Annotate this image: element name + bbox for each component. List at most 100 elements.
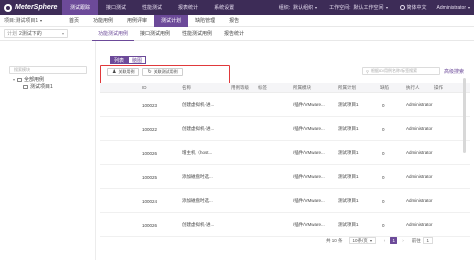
tab-functional-test-case[interactable]: 功能测试用例 [92, 27, 135, 41]
table-header: ID 名称 用例等级 标签 所属模块 所属计划 缺陷 执行人 操作 [100, 83, 470, 93]
page-number-current[interactable]: 1 [390, 237, 398, 244]
tab-mind-map-view[interactable]: 脑图 [128, 56, 147, 64]
nav-tab-perf-test[interactable]: 性能测试 [134, 0, 170, 15]
table-row[interactable]: 100022 创建虚拟机-进... /插件/VMware... 测试项目1 0 Admin… [100, 118, 470, 141]
table-row[interactable]: 100025 添加磁盘时选... /插件/VMware... 测试项目1 0 Admini… [100, 166, 470, 189]
project-select[interactable]: 项目: 测试项目1 [4, 17, 62, 24]
row-module: /插件/VMware... [293, 126, 325, 131]
caret-down-icon [13, 78, 15, 81]
tab-functional-case[interactable]: 功能用例 [86, 15, 120, 27]
plan-select[interactable]: 计划 2测试下的 [4, 29, 68, 38]
col-bug: 缺陷 [380, 84, 389, 90]
plan-select-prefix: 计划 [7, 31, 18, 37]
row-name[interactable]: 创建虚拟机-进... [182, 94, 214, 116]
row-plan: 测试项目1 [338, 150, 359, 155]
main-panel: 列表 脑图 ♟ 关联用例 ↻ 关联测试用例 ⚲ 根据ID/用例名称/标签搜索 高… [100, 41, 470, 260]
row-module: /插件/VMware... [293, 198, 325, 203]
col-tags: 标签 [258, 84, 267, 90]
row-name[interactable]: 创建虚拟机-进... [182, 118, 214, 140]
related-case-label: 关联用例 [118, 69, 135, 74]
tab-perf-test-case[interactable]: 性能测试用例 [176, 27, 218, 41]
goto-input[interactable]: 1 [422, 237, 433, 244]
table-row[interactable]: 100023 创建虚拟机-进... /插件/VMware... 测试项目1 0 Admin… [100, 94, 470, 117]
col-executor[interactable]: 执行人 [406, 83, 420, 92]
row-name[interactable]: 增主机（host... [182, 142, 212, 164]
tab-report-stats[interactable]: 报告统计 [218, 27, 250, 41]
row-plan: 测试项目1 [338, 222, 359, 227]
chevron-down-icon [468, 6, 470, 9]
related-plan-button[interactable]: ↻ 关联测试用例 [142, 68, 183, 76]
nav-tab-report[interactable]: 报表统计 [170, 0, 206, 15]
view-tabs: 列表 脑图 [110, 56, 147, 64]
language-select[interactable]: 简体中文 [399, 4, 427, 11]
row-name[interactable]: 添加磁盘时选... [182, 166, 213, 188]
col-id[interactable]: ID [142, 83, 147, 92]
link-icon: ↻ [147, 69, 152, 75]
org-value: 默认组织 [293, 5, 314, 11]
nav-tab-settings[interactable]: 系统设置 [206, 0, 242, 15]
chevron-down-icon [62, 32, 64, 35]
col-plan[interactable]: 所属计划 [338, 83, 356, 92]
tab-defect-management[interactable]: 缺陷管理 [188, 15, 222, 27]
nav-tab-test-track[interactable]: 测试跟踪 [62, 0, 99, 15]
page-size-select[interactable]: 10条/页 [348, 237, 376, 244]
org-label: 组织: [278, 5, 291, 11]
row-id: 100023 [142, 102, 158, 108]
org-select[interactable]: 默认组织 [293, 4, 318, 11]
row-executor: Administrator [406, 126, 433, 131]
language-value: 简体中文 [406, 5, 427, 11]
project-value: 测试项目1 [15, 18, 39, 24]
row-name[interactable]: 创建虚拟机-进... [182, 214, 214, 236]
col-name[interactable]: 名称 [182, 83, 191, 92]
user-menu[interactable]: Administrator [437, 5, 470, 11]
row-module: /插件/VMware... [293, 174, 325, 179]
app-name: MeterSphere [15, 4, 58, 11]
workspace-value: 默认工作空间 [353, 5, 384, 11]
nav-tab-api-test[interactable]: 接口测试 [98, 0, 134, 15]
folder-icon [17, 77, 22, 82]
tab-report[interactable]: 报告 [222, 15, 246, 27]
col-priority[interactable]: 用例等级 [231, 83, 249, 92]
prev-page-button[interactable]: ‹ [384, 238, 386, 243]
row-bug: 0 [382, 102, 385, 108]
tab-home[interactable]: 首页 [62, 15, 86, 27]
module-search-input[interactable]: 搜索模块 [9, 66, 87, 74]
pager-total: 共 10 条 [326, 237, 343, 243]
chevron-down-icon [385, 6, 388, 9]
tab-test-plan[interactable]: 测试计划 [154, 14, 189, 27]
chevron-down-icon [40, 19, 43, 22]
tree-node-label: 全部用例 [24, 77, 45, 83]
person-icon: ♟ [112, 69, 117, 75]
vertical-scrollbar[interactable] [463, 78, 466, 153]
related-case-button[interactable]: ♟ 关联用例 [107, 68, 140, 76]
table-row[interactable]: 100026 增主机（host... /插件/VMware... 测试项目1 0 Admi… [100, 142, 470, 165]
plan-nav: 计划 2测试下的 功能测试用例 接口测试用例 性能测试用例 报告统计 [0, 27, 474, 41]
col-module[interactable]: 所属模块 [293, 83, 311, 92]
row-executor: Administrator [406, 198, 433, 203]
top-right-area: 组织: 默认组织 工作空间: 默认工作空间 简体中文 Administrator [267, 0, 474, 15]
toolbar: ♟ 关联用例 ↻ 关联测试用例 [107, 68, 186, 76]
tab-case-review[interactable]: 用例评审 [120, 15, 154, 27]
next-page-button[interactable]: › [402, 238, 404, 243]
advanced-search-link[interactable]: 高级搜索 [444, 68, 464, 75]
case-search-input[interactable]: ⚲ 根据ID/用例名称/标签搜索 [362, 67, 440, 75]
folder-icon [23, 84, 28, 89]
tree-node-root[interactable]: 全部用例 [13, 76, 95, 83]
row-executor: Administrator [406, 102, 433, 107]
row-name[interactable]: 添加磁盘时选... [182, 190, 213, 212]
row-bug: 0 [382, 150, 385, 156]
tab-list-view[interactable]: 列表 [110, 56, 129, 64]
table-row[interactable]: 100026 创建虚拟机-进... /插件/VMware... 测试项目1 0 Admin… [100, 214, 470, 237]
tab-api-test-case[interactable]: 接口测试用例 [134, 27, 176, 41]
app-logo[interactable]: MeterSphere [0, 3, 62, 12]
row-module: /插件/VMware... [293, 150, 325, 155]
row-bug: 0 [382, 198, 385, 204]
row-module: /插件/VMware... [293, 222, 325, 227]
workspace-select[interactable]: 默认工作空间 [354, 4, 388, 11]
tree-node-project[interactable]: 测试项目1 [23, 83, 95, 90]
user-name: Administrator [436, 4, 466, 11]
logo-icon [4, 3, 12, 12]
row-executor: Administrator [406, 222, 433, 227]
table-row[interactable]: 100024 添加磁盘时选... /插件/VMware... 测试项目1 0 Admini… [100, 190, 470, 213]
row-plan: 测试项目1 [338, 174, 359, 179]
